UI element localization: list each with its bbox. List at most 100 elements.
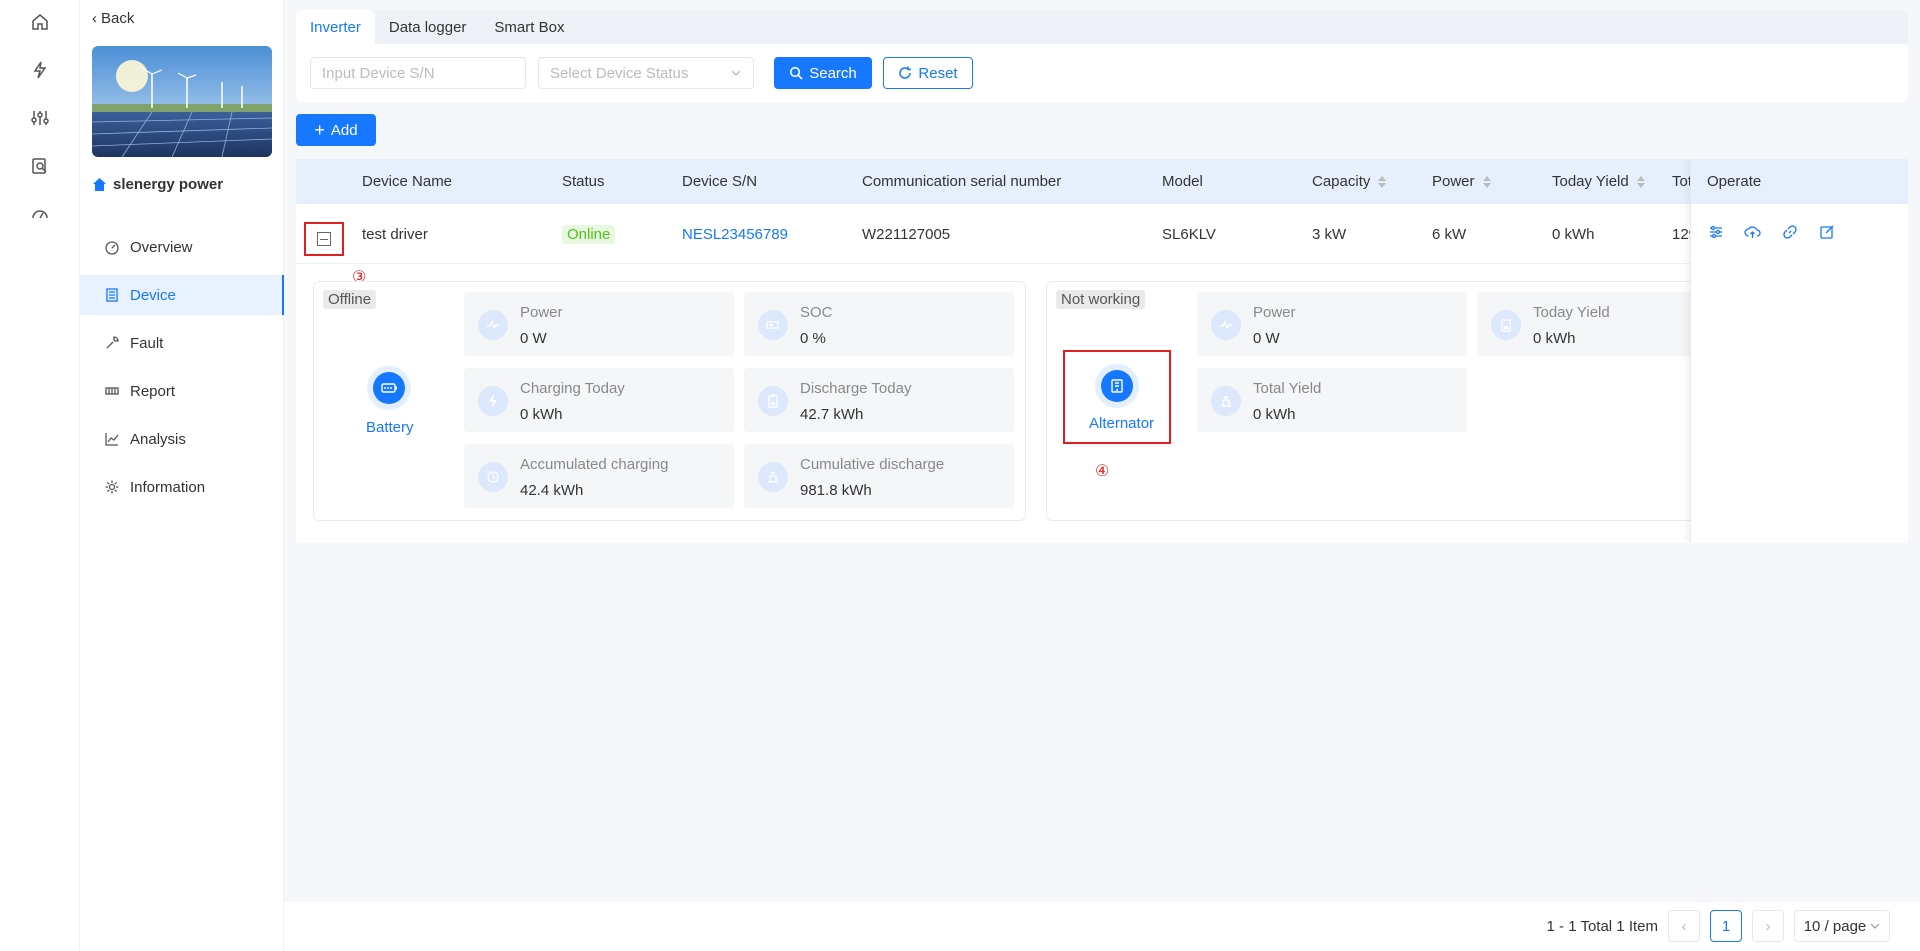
metric-battery-power: Power 0 W: [464, 292, 734, 356]
chevron-right-icon: ›: [1765, 917, 1771, 935]
battery-icon: [367, 366, 411, 410]
search-button[interactable]: Search: [774, 57, 872, 89]
battery-card: Offline Battery Power 0 W SOC 0 % Chargi…: [313, 281, 1026, 521]
sidebar-item-device[interactable]: Device: [80, 275, 284, 315]
metric-charging-today: Charging Today 0 kWh: [464, 368, 734, 432]
sort-icon[interactable]: [1378, 175, 1387, 188]
table-row: test driver Online NESL23456789 W2211270…: [296, 204, 1908, 264]
metric-label: Total Yield: [1253, 380, 1322, 397]
wrench-icon: [106, 336, 119, 349]
power-icon: [1211, 310, 1241, 340]
lightning-icon[interactable]: [28, 58, 52, 82]
battery-label[interactable]: Battery: [366, 419, 414, 436]
operate-column: Operate: [1690, 159, 1908, 543]
pagination-summary: 1 - 1 Total 1 Item: [1546, 917, 1658, 935]
sidebar-item-label: Analysis: [130, 430, 186, 448]
sidebar-item-report[interactable]: Report: [80, 371, 284, 411]
link-icon[interactable]: [1781, 223, 1798, 240]
tab-inverter[interactable]: Inverter: [296, 10, 375, 44]
metric-value: 0 kWh: [520, 406, 563, 423]
cumulative-icon: [758, 462, 788, 492]
chevron-left-icon: ‹: [1681, 917, 1687, 935]
alternator-label[interactable]: Alternator: [1089, 415, 1154, 432]
next-page-button[interactable]: ›: [1752, 910, 1784, 942]
edit-icon[interactable]: [1818, 223, 1835, 240]
col-today-yield[interactable]: Today Yield: [1552, 159, 1645, 204]
chevron-left-icon: ‹: [92, 10, 97, 27]
device-sn-link[interactable]: NESL23456789: [682, 204, 788, 264]
dashboard-icon: [105, 241, 119, 255]
power: 6 kW: [1432, 225, 1467, 243]
sidebar-item-analysis[interactable]: Analysis: [80, 419, 284, 459]
metric-label: Cumulative discharge: [800, 456, 945, 473]
metric-soc: SOC 0 %: [744, 292, 1014, 356]
tab-smart-box[interactable]: Smart Box: [480, 10, 578, 44]
sidebar-item-label: Device: [130, 286, 176, 304]
cloud-upload-icon[interactable]: [1744, 223, 1761, 240]
metric-accumulated-charging: Accumulated charging 42.4 kWh: [464, 444, 734, 508]
expand-row-button[interactable]: [304, 222, 344, 256]
document-search-icon[interactable]: [28, 154, 52, 178]
accumulated-icon: [478, 462, 508, 492]
col-capacity[interactable]: Capacity: [1312, 159, 1387, 204]
device-status-select[interactable]: Select Device Status: [538, 57, 754, 89]
status-badge: Online: [562, 224, 616, 244]
total-yield-icon: [1211, 386, 1241, 416]
metric-value: 0 %: [800, 330, 826, 347]
add-button[interactable]: + Add: [296, 114, 376, 146]
metric-value: 0 W: [1253, 330, 1280, 347]
reset-button[interactable]: Reset: [883, 57, 973, 89]
sidebar-item-overview[interactable]: Overview: [80, 227, 284, 267]
metric-label: SOC: [800, 304, 833, 321]
metric-label: Charging Today: [520, 380, 625, 397]
metric-cumulative-discharge: Cumulative discharge 981.8 kWh: [744, 444, 1014, 508]
sidebar: ‹ Back slenergy power Overview Device Fa…: [80, 0, 284, 951]
page-1-button[interactable]: 1: [1710, 910, 1742, 942]
page-size-label: 10 / page: [1803, 917, 1867, 935]
home-icon[interactable]: [28, 10, 52, 34]
metric-label: Today Yield: [1533, 304, 1610, 321]
device-sn-input[interactable]: Input Device S/N: [310, 57, 526, 89]
sidebar-item-information[interactable]: Information: [80, 467, 284, 507]
back-link[interactable]: ‹ Back: [92, 10, 134, 27]
col-power-label: Power: [1432, 173, 1475, 190]
comm-sn: W221127005: [862, 225, 951, 243]
plant-name-label: slenergy power: [113, 176, 224, 193]
gauge-icon[interactable]: [28, 202, 52, 226]
report-icon: [105, 387, 119, 395]
sort-icon[interactable]: [1482, 175, 1491, 188]
add-label: Add: [330, 121, 358, 139]
col-status: Status: [562, 173, 605, 190]
icon-rail: [0, 0, 80, 951]
sliders-icon[interactable]: [28, 106, 52, 130]
alternator-state-tag: Not working: [1056, 290, 1146, 309]
alternator-highlight[interactable]: Alternator: [1063, 350, 1171, 444]
col-device-name: Device Name: [362, 173, 453, 190]
plant-name: slenergy power: [92, 176, 223, 193]
sidebar-item-label: Fault: [130, 334, 164, 352]
metric-label: Accumulated charging: [520, 456, 669, 473]
sidebar-item-label: Report: [130, 382, 176, 400]
col-power[interactable]: Power: [1432, 159, 1491, 204]
prev-page-button[interactable]: ‹: [1668, 910, 1700, 942]
plant-home-icon: [93, 178, 106, 191]
today-yield: 0 kWh: [1552, 225, 1595, 243]
col-total: Tot: [1672, 173, 1693, 190]
col-today-yield-label: Today Yield: [1552, 173, 1629, 190]
metric-label: Power: [1253, 304, 1296, 321]
col-comm-sn: Communication serial number: [862, 173, 1062, 190]
device-table: Device Name Status Device S/N Communicat…: [296, 159, 1908, 543]
settings-sliders-icon[interactable]: [1707, 223, 1724, 240]
chart-icon: [105, 433, 119, 446]
device-status-placeholder: Select Device Status: [550, 64, 689, 82]
metric-label: Power: [520, 304, 563, 321]
sidebar-item-fault[interactable]: Fault: [80, 323, 284, 363]
page-size-select[interactable]: 10 / page: [1794, 910, 1890, 942]
col-operate: Operate: [1691, 159, 1908, 204]
metric-value: 0 kWh: [1533, 330, 1576, 347]
plus-icon: +: [314, 120, 325, 140]
alternator-icon: [1095, 364, 1139, 408]
sort-icon[interactable]: [1636, 175, 1645, 188]
charging-icon: [478, 386, 508, 416]
tab-data-logger[interactable]: Data logger: [375, 10, 481, 44]
